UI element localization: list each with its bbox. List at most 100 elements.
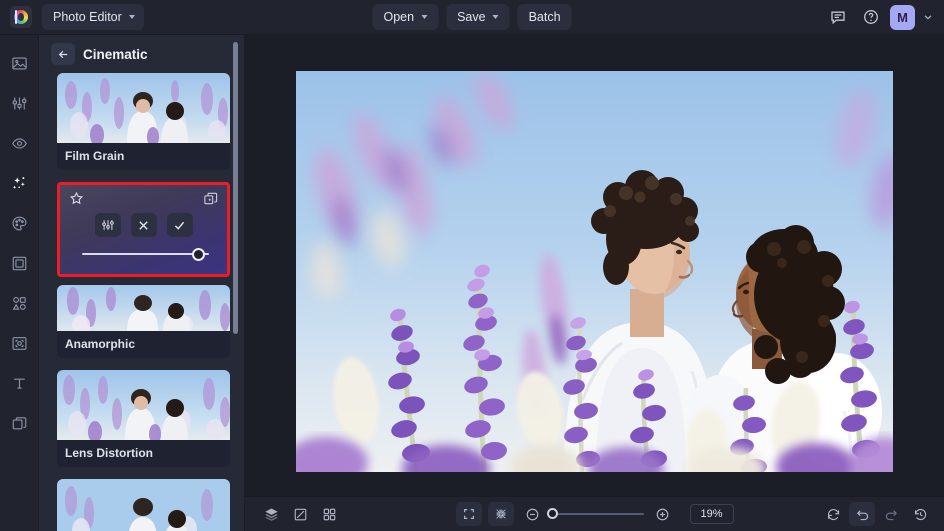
save-label: Save <box>457 10 486 24</box>
help-circle-icon <box>863 9 879 25</box>
account-menu-button[interactable] <box>920 5 936 29</box>
rail-item-effects-tool[interactable] <box>5 169 33 197</box>
preset-settings-button[interactable] <box>95 213 121 237</box>
app-menu-label: Photo Editor <box>53 10 122 24</box>
preset-thumbnail <box>57 285 230 331</box>
rail-item-crop-tool[interactable] <box>5 329 33 357</box>
history-clock-icon <box>913 507 928 522</box>
redo-button[interactable] <box>878 502 904 526</box>
preset-label: Anamorphic <box>57 331 230 358</box>
preset-thumbnail <box>57 370 230 440</box>
photo-content <box>296 71 893 472</box>
rail-item-image-tool[interactable] <box>5 49 33 77</box>
rail-item-color-tool[interactable] <box>5 209 33 237</box>
zoom-in-button[interactable] <box>650 502 676 526</box>
tool-rail <box>0 35 39 531</box>
before-after-icon <box>293 507 308 522</box>
rail-item-frame-tool[interactable] <box>5 249 33 277</box>
history-button[interactable] <box>907 502 933 526</box>
view-tools-group <box>258 502 342 526</box>
frame-icon <box>11 255 28 272</box>
zoom-out-button[interactable] <box>520 502 546 526</box>
image-icon <box>11 55 28 72</box>
avatar-initial: M <box>897 10 908 25</box>
preset-thumbnail <box>57 73 230 143</box>
rail-item-text-tool[interactable] <box>5 369 33 397</box>
grid-view-button[interactable] <box>316 502 342 526</box>
zoom-in-icon <box>655 507 670 522</box>
panel-title: Cinematic <box>83 47 148 62</box>
slider-handle[interactable] <box>192 248 205 261</box>
help-button[interactable] <box>857 3 885 31</box>
rail-item-adjust-tool[interactable] <box>5 89 33 117</box>
undo-button[interactable] <box>849 502 875 526</box>
chevron-down-icon <box>421 15 427 19</box>
edited-photo[interactable] <box>296 71 893 472</box>
redo-icon <box>884 507 899 522</box>
file-actions-group: Open Save Batch <box>372 4 571 30</box>
active-preset-card-highlight <box>57 182 230 277</box>
sparkles-icon <box>10 174 28 192</box>
cancel-preset-button[interactable] <box>131 213 157 237</box>
rail-item-layers-tool[interactable] <box>5 409 33 437</box>
reset-icon <box>826 507 841 522</box>
panel-scrollbar[interactable] <box>233 42 238 334</box>
photo-editor-app: Photo Editor Open Save Batch <box>0 0 944 531</box>
actual-size-button[interactable] <box>488 502 514 526</box>
check-icon <box>173 219 186 232</box>
zoom-level-field[interactable]: 19% <box>690 504 734 524</box>
layers-button[interactable] <box>258 502 284 526</box>
apply-preset-button[interactable] <box>167 213 193 237</box>
preset-card-film-grain[interactable]: Film Grain <box>57 73 230 170</box>
panel-header: Cinematic <box>39 35 244 73</box>
arrow-left-icon <box>57 48 70 61</box>
chevron-down-icon <box>129 15 135 19</box>
preset-intensity-slider[interactable] <box>82 247 209 261</box>
bottom-bar: 19% <box>245 496 944 531</box>
preset-card-lens-distortion[interactable]: Lens Distortion <box>57 370 230 467</box>
undo-icon <box>855 507 870 522</box>
preset-label: Lens Distortion <box>57 440 230 467</box>
star-icon[interactable] <box>69 191 84 211</box>
chevron-down-icon <box>923 12 933 22</box>
zoom-slider[interactable] <box>552 513 644 515</box>
stack-layers-icon <box>264 507 279 522</box>
app-menu-button[interactable]: Photo Editor <box>42 4 144 30</box>
history-tools-group <box>820 502 933 526</box>
save-button[interactable]: Save <box>446 4 510 30</box>
zoom-controls: 19% <box>456 502 734 526</box>
comment-icon <box>830 9 846 25</box>
eye-icon <box>11 135 28 152</box>
chevron-down-icon <box>493 15 499 19</box>
reset-button[interactable] <box>820 502 846 526</box>
sliders-icon <box>11 95 28 112</box>
active-card-actions <box>60 213 227 237</box>
layers-copy-icon <box>11 415 28 432</box>
slider-track <box>82 253 209 255</box>
compare-button[interactable] <box>287 502 313 526</box>
fit-to-screen-icon <box>462 507 476 521</box>
close-x-icon <box>137 219 150 232</box>
brand-color-wheel-logo <box>10 6 32 28</box>
preset-panel: Cinematic <box>39 35 245 531</box>
open-button[interactable]: Open <box>372 4 438 30</box>
open-label: Open <box>383 10 414 24</box>
batch-button[interactable]: Batch <box>518 4 572 30</box>
avatar[interactable]: M <box>890 5 915 30</box>
active-preset-card[interactable] <box>60 185 227 274</box>
preset-thumbnail <box>57 479 230 531</box>
comment-button[interactable] <box>824 3 852 31</box>
grid-view-icon <box>322 507 337 522</box>
rail-item-retouch-tool[interactable] <box>5 129 33 157</box>
canvas-area[interactable] <box>245 35 944 496</box>
zoom-slider-handle[interactable] <box>547 508 558 519</box>
add-layer-icon[interactable] <box>203 191 218 211</box>
text-t-icon <box>11 375 28 392</box>
fit-to-screen-button[interactable] <box>456 502 482 526</box>
preset-card-partial[interactable] <box>57 479 230 531</box>
back-button[interactable] <box>51 43 75 65</box>
preset-card-anamorphic[interactable]: Anamorphic <box>57 285 230 358</box>
rail-item-shapes-tool[interactable] <box>5 289 33 317</box>
active-card-top-row <box>60 191 227 211</box>
preset-list: Film Grain <box>39 73 244 531</box>
